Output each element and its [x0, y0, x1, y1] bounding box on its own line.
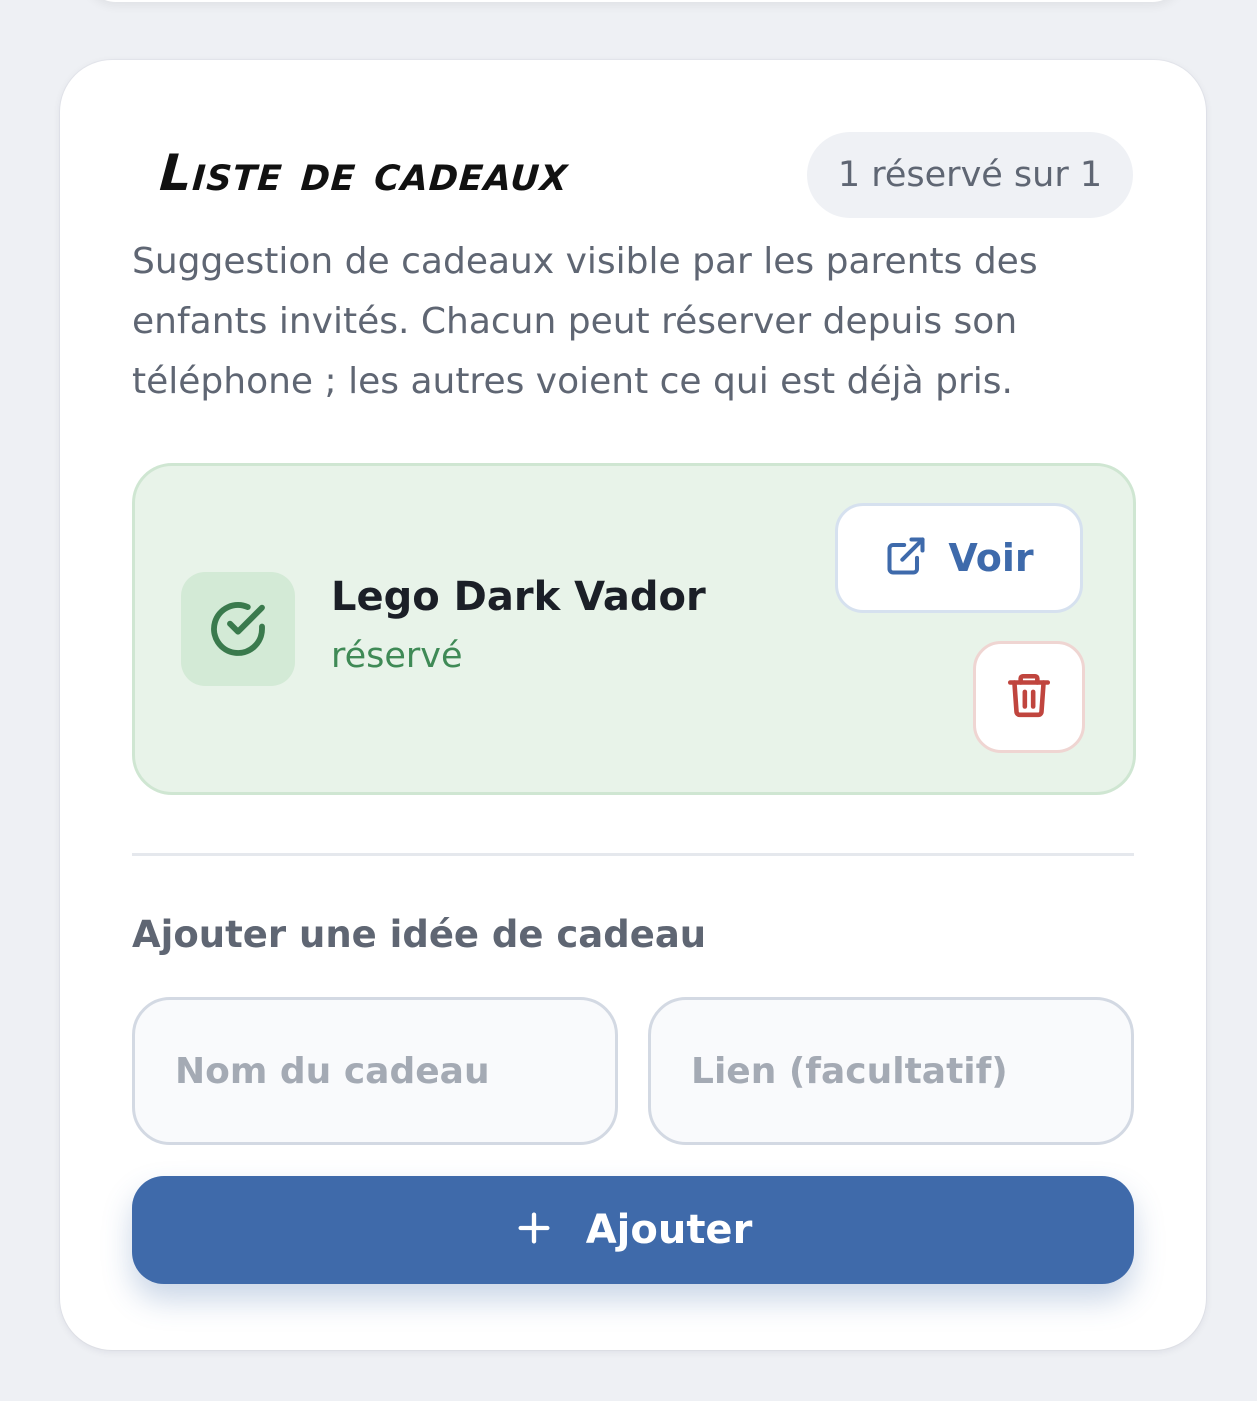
view-gift-button[interactable]: Voir [835, 503, 1083, 613]
external-link-icon [884, 534, 928, 582]
trash-icon [1004, 670, 1054, 724]
reserved-count-badge: 1 réservé sur 1 [807, 132, 1133, 218]
add-gift-heading: Ajouter une idée de cadeau [132, 913, 707, 956]
gift-name: Lego Dark Vador [331, 574, 706, 620]
previous-card-edge [84, 0, 1184, 2]
card-description: Suggestion de cadeaux visible par les pa… [132, 241, 1038, 402]
add-gift-button[interactable]: Ajouter [132, 1176, 1134, 1284]
section-divider [132, 853, 1134, 856]
plus-icon [514, 1208, 554, 1252]
gift-name-input[interactable] [132, 997, 618, 1145]
delete-gift-button[interactable] [973, 641, 1085, 753]
gift-list-card: Liste de cadeaux 1 réservé sur 1 Suggest… [60, 60, 1206, 1350]
gift-item: Lego Dark Vador réservé Voir [132, 463, 1136, 795]
check-circle-icon [181, 572, 295, 686]
gift-link-input[interactable] [648, 997, 1134, 1145]
gift-status: réservé [331, 636, 463, 676]
view-button-label: Voir [948, 536, 1034, 580]
card-title: Liste de cadeaux [157, 144, 571, 202]
add-button-label: Ajouter [585, 1207, 753, 1253]
